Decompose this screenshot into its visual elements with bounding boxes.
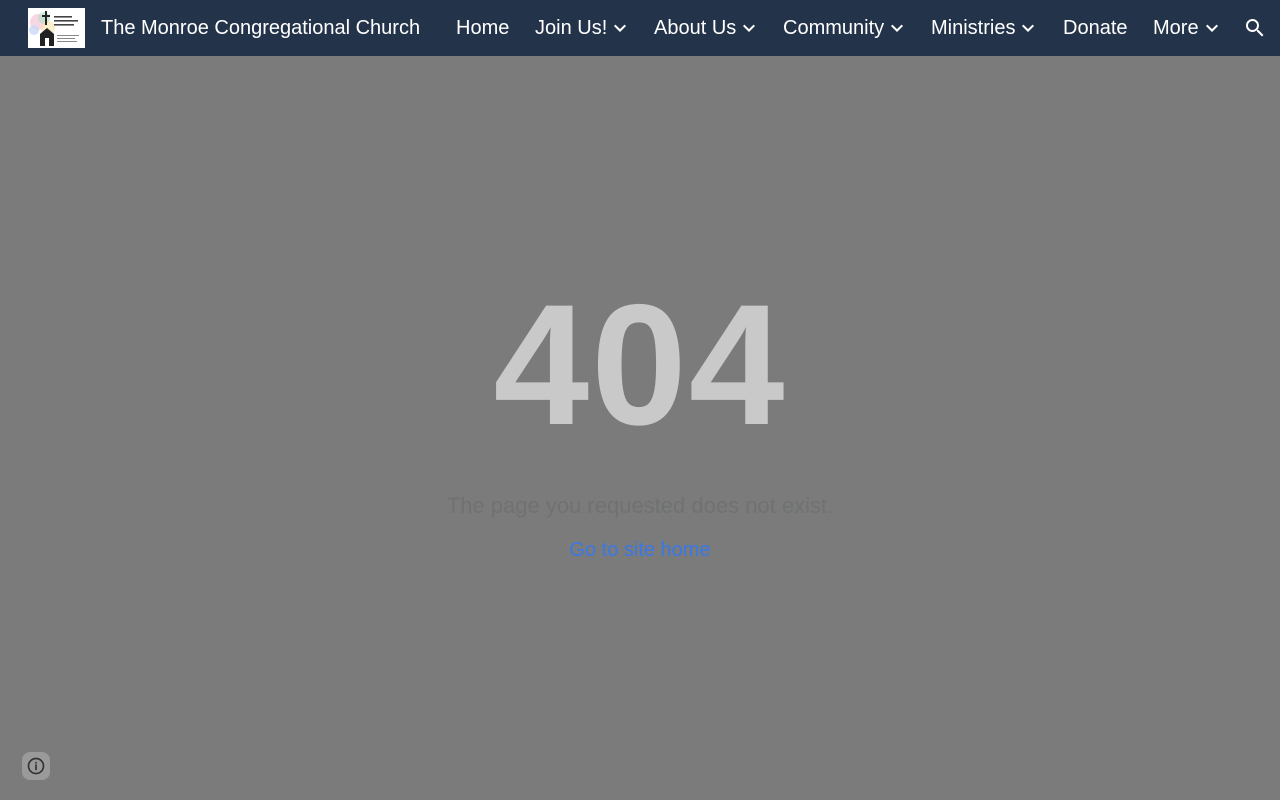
- nav-item-more[interactable]: More: [1153, 0, 1224, 56]
- nav-item-home[interactable]: Home: [456, 0, 509, 56]
- site-title[interactable]: The Monroe Congregational Church: [101, 0, 420, 56]
- nav-item-label: Ministries: [931, 17, 1016, 39]
- nav-item-ministries[interactable]: Ministries: [931, 0, 1040, 56]
- nav-item-about-us[interactable]: About Us: [654, 0, 761, 56]
- nav-item-label: Home: [456, 17, 510, 39]
- home-link-container: Go to site home: [0, 537, 1280, 563]
- nav-item-label: Donate: [1063, 17, 1128, 39]
- search-icon[interactable]: [1243, 16, 1267, 40]
- nav-item-label: About Us: [654, 17, 737, 39]
- site-header: The Monroe Congregational Church Home Jo…: [0, 0, 1280, 56]
- chevron-down-icon[interactable]: [737, 16, 761, 40]
- nav-item-label: Community: [783, 17, 885, 39]
- error-code: 404: [493, 269, 787, 461]
- nav-item-label: More: [1153, 17, 1199, 39]
- info-icon: [27, 757, 45, 775]
- chevron-down-icon[interactable]: [885, 16, 909, 40]
- chevron-down-icon[interactable]: [1016, 16, 1040, 40]
- error-message: The page you requested does not exist.: [446, 493, 834, 518]
- go-to-site-home-link[interactable]: Go to site home: [569, 539, 710, 561]
- chevron-down-icon[interactable]: [1200, 16, 1224, 40]
- nav-item-donate[interactable]: Donate: [1063, 0, 1128, 56]
- nav-item-community[interactable]: Community: [783, 0, 909, 56]
- site-info-button[interactable]: [22, 752, 50, 780]
- nav-item-join-us[interactable]: Join Us!: [535, 0, 632, 56]
- church-logo-icon: [28, 8, 85, 48]
- nav-item-label: Join Us!: [535, 17, 608, 39]
- site-logo[interactable]: [28, 8, 85, 48]
- chevron-down-icon[interactable]: [608, 16, 632, 40]
